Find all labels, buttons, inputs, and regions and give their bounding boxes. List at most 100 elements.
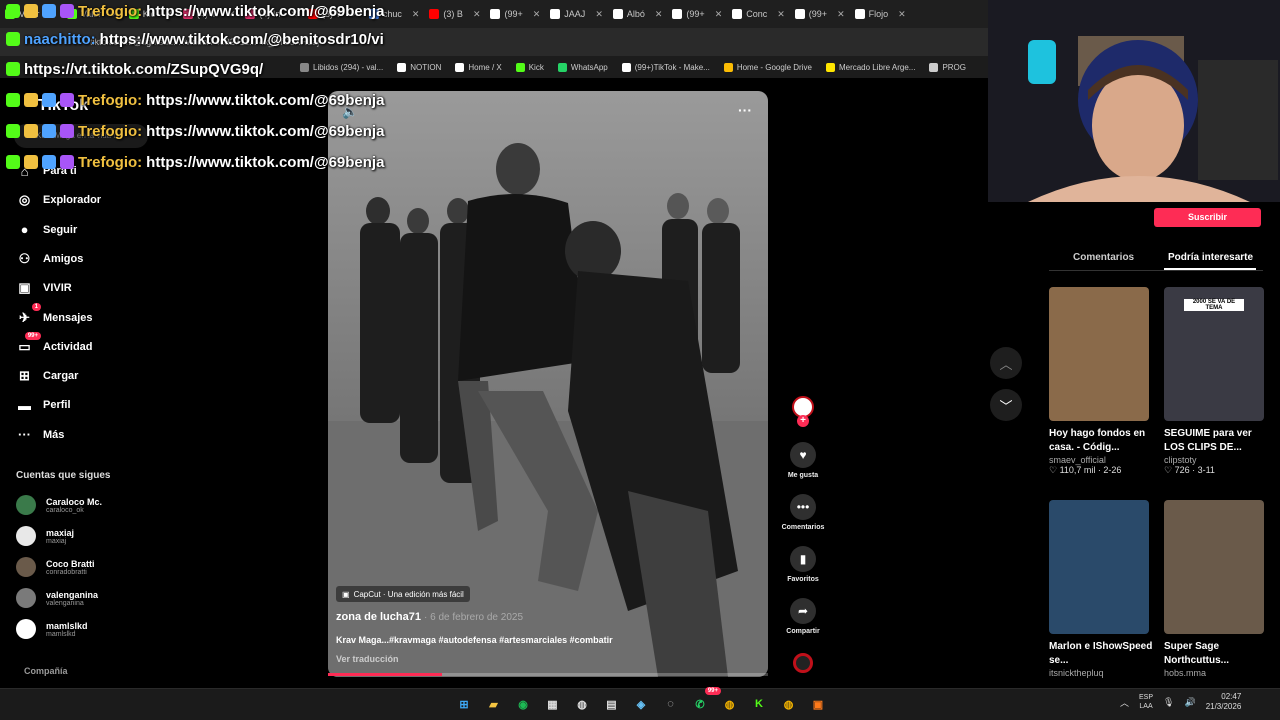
browser-tab[interactable]: (99+ ✕ bbox=[790, 2, 850, 26]
close-icon[interactable]: ✕ bbox=[715, 9, 723, 20]
sidebar-item-messages[interactable]: ✈ 1 Mensajes bbox=[16, 303, 156, 329]
card-username[interactable]: smaev_official bbox=[1049, 455, 1157, 465]
following-account[interactable]: maxiaj maxiaj bbox=[16, 522, 166, 550]
tab-comments[interactable]: Comentarios bbox=[1073, 252, 1134, 263]
browser-tab[interactable]: Conc ✕ bbox=[727, 2, 790, 26]
action-heart[interactable]: ♥ Me gusta bbox=[777, 442, 829, 479]
bookmark-item[interactable]: (99+)TikTok - Make... bbox=[621, 62, 710, 72]
card-title[interactable]: Super Sage Northcuttus... bbox=[1164, 640, 1272, 668]
close-icon[interactable]: ✕ bbox=[533, 9, 541, 20]
video-thumbnail[interactable] bbox=[1049, 287, 1149, 421]
sidebar-item-upload[interactable]: ⊞ Cargar bbox=[16, 365, 156, 387]
tab-label: (3) B bbox=[443, 9, 463, 19]
following-heading: Cuentas que sigues bbox=[16, 470, 111, 481]
browser-tab[interactable]: Albó ✕ bbox=[608, 2, 668, 26]
subscribe-button[interactable]: Suscribir bbox=[1154, 208, 1261, 227]
suggested-video-card[interactable]: Hoy hago fondos en casa. - Códig... smaev… bbox=[1049, 287, 1157, 476]
sidebar-item-live[interactable]: ▣ VIVIR bbox=[16, 277, 156, 299]
comment-icon[interactable]: ••• bbox=[790, 494, 816, 520]
bookmark-item[interactable]: Kick bbox=[515, 62, 544, 72]
bookmark-item[interactable]: NOTION bbox=[397, 62, 441, 72]
sidebar-item-friends[interactable]: ⚇ Amigos bbox=[16, 248, 156, 270]
sidebar-item-compass[interactable]: ◎ Explorador bbox=[16, 189, 156, 211]
action-share[interactable]: ➦ Compartir bbox=[777, 598, 829, 635]
music-disc-icon[interactable] bbox=[793, 653, 813, 673]
more-options-icon[interactable]: ··· bbox=[738, 102, 752, 118]
share-icon[interactable]: ➦ bbox=[790, 598, 816, 624]
sidebar-item-following[interactable]: ● Seguir bbox=[16, 219, 156, 241]
chevron-up-icon[interactable]: ︿ bbox=[1120, 696, 1129, 709]
close-icon[interactable]: ✕ bbox=[412, 9, 420, 20]
clock[interactable]: 02:47 21/3/2026 bbox=[1206, 692, 1242, 712]
bookmark-item[interactable]: PROG bbox=[929, 62, 966, 72]
close-icon[interactable]: ✕ bbox=[898, 9, 906, 20]
card-username[interactable]: hobs.mma bbox=[1164, 668, 1272, 678]
close-icon[interactable]: ✕ bbox=[473, 9, 481, 20]
bookmark-item[interactable]: WhatsApp bbox=[557, 62, 608, 72]
suggested-video-card[interactable]: Marlon e IShowSpeed se... itsnickthepluq bbox=[1049, 500, 1157, 678]
follow-plus-icon[interactable]: + bbox=[797, 415, 809, 427]
card-title[interactable]: SEGUIME para ver LOS CLIPS DE... bbox=[1164, 427, 1272, 455]
bookmark-item[interactable]: Home - Google Drive bbox=[723, 62, 812, 72]
store-icon[interactable]: ▦ bbox=[542, 693, 564, 715]
bookmark-item[interactable]: Mercado Libre Arge... bbox=[825, 62, 915, 72]
bookmark-item[interactable]: Libidos (294) - val... bbox=[300, 62, 383, 72]
messages-icon: ✈ 1 bbox=[16, 303, 41, 326]
close-icon[interactable]: ✕ bbox=[595, 9, 603, 20]
card-username[interactable]: clipstoty bbox=[1164, 455, 1272, 465]
card-title[interactable]: Hoy hago fondos en casa. - Códig... bbox=[1049, 427, 1157, 455]
microphone-icon[interactable]: 🎙 bbox=[1163, 697, 1174, 708]
video-author-row[interactable]: zona de lucha71 · 6 de febrero de 2025 bbox=[336, 611, 523, 623]
sidebar-item-activity[interactable]: ▭ 99+ Actividad bbox=[16, 332, 156, 358]
kick-icon[interactable]: K bbox=[748, 693, 770, 715]
spotify-icon[interactable]: ◉ bbox=[512, 693, 534, 715]
bookmark-item[interactable]: Home / X bbox=[455, 62, 502, 72]
card-title[interactable]: Marlon e IShowSpeed se... bbox=[1049, 640, 1157, 668]
tab-suggestions[interactable]: Podría interesarte bbox=[1168, 252, 1253, 263]
video-thumbnail[interactable]: 2000 SE VA DE TEMA bbox=[1164, 287, 1264, 421]
app-icon[interactable]: ▤ bbox=[601, 693, 623, 715]
steam-icon[interactable]: ◈ bbox=[630, 693, 652, 715]
volume-icon[interactable]: 🔊 bbox=[1184, 697, 1195, 708]
translate-link[interactable]: Ver traducción bbox=[336, 654, 399, 664]
windows-icon[interactable]: ⊞ bbox=[453, 693, 475, 715]
video-thumbnail[interactable] bbox=[1164, 500, 1264, 634]
close-icon[interactable]: ✕ bbox=[837, 9, 845, 20]
whatsapp-icon[interactable]: ✆ 99+ bbox=[689, 687, 721, 715]
language-indicator[interactable]: ESP LAA bbox=[1139, 693, 1153, 711]
sidebar-item-more[interactable]: ··· Más bbox=[16, 424, 156, 446]
recorder-icon[interactable]: ◌ bbox=[660, 693, 682, 715]
capcut-tag[interactable]: ▣ CapCut · Una edición más fácil bbox=[336, 586, 470, 602]
company-link[interactable]: Compañía bbox=[24, 666, 68, 676]
action-comment[interactable]: ••• Comentarios bbox=[777, 494, 829, 531]
video-caption[interactable]: Krav Maga...#kravmaga #autodefensa #arte… bbox=[336, 635, 613, 645]
browser-tab[interactable]: (99+ ✕ bbox=[485, 2, 545, 26]
chrome-icon[interactable]: ◍ bbox=[719, 693, 741, 715]
action-bookmark[interactable]: ▮ Favoritos bbox=[777, 546, 829, 583]
suggested-video-card[interactable]: Super Sage Northcuttus... hobs.mma bbox=[1164, 500, 1272, 678]
sidebar-item-profile[interactable]: ▬ Perfil bbox=[16, 394, 156, 416]
bookmark-icon[interactable]: ▮ bbox=[790, 546, 816, 572]
suggested-video-card[interactable]: 2000 SE VA DE TEMA SEGUIME para ver LOS C… bbox=[1164, 287, 1272, 476]
browser-tab[interactable]: (3) B ✕ bbox=[424, 2, 485, 26]
following-account[interactable]: mamlslkd mamlslkd bbox=[16, 615, 166, 643]
following-account[interactable]: Caraloco Mc. caraloco_ok bbox=[16, 491, 166, 519]
chrome-active-icon[interactable]: ◍ bbox=[778, 693, 800, 715]
video-author[interactable]: zona de lucha71 bbox=[336, 611, 421, 623]
video-thumbnail[interactable] bbox=[1049, 500, 1149, 634]
close-icon[interactable]: ✕ bbox=[655, 9, 663, 20]
explorer-icon[interactable]: ▰ bbox=[483, 693, 505, 715]
browser-tab[interactable]: JAAJ ✕ bbox=[545, 2, 608, 26]
close-icon[interactable]: ✕ bbox=[777, 9, 785, 20]
browser-tab[interactable]: (99+ ✕ bbox=[667, 2, 727, 26]
next-video-button[interactable]: ﹀ bbox=[990, 389, 1022, 421]
obs-icon[interactable]: ◍ bbox=[571, 693, 593, 715]
card-username[interactable]: itsnickthepluq bbox=[1049, 668, 1157, 678]
heart-icon[interactable]: ♥ bbox=[790, 442, 816, 468]
app2-icon[interactable]: ▣ bbox=[807, 693, 829, 715]
following-account[interactable]: valenganina valenganina bbox=[16, 584, 166, 612]
following-account[interactable]: Coco Bratti conradobratti bbox=[16, 553, 166, 581]
browser-tab[interactable]: Flojo ✕ bbox=[850, 2, 911, 26]
previous-video-button[interactable]: ︿ bbox=[990, 347, 1022, 379]
video-progress-bar[interactable] bbox=[328, 673, 768, 676]
